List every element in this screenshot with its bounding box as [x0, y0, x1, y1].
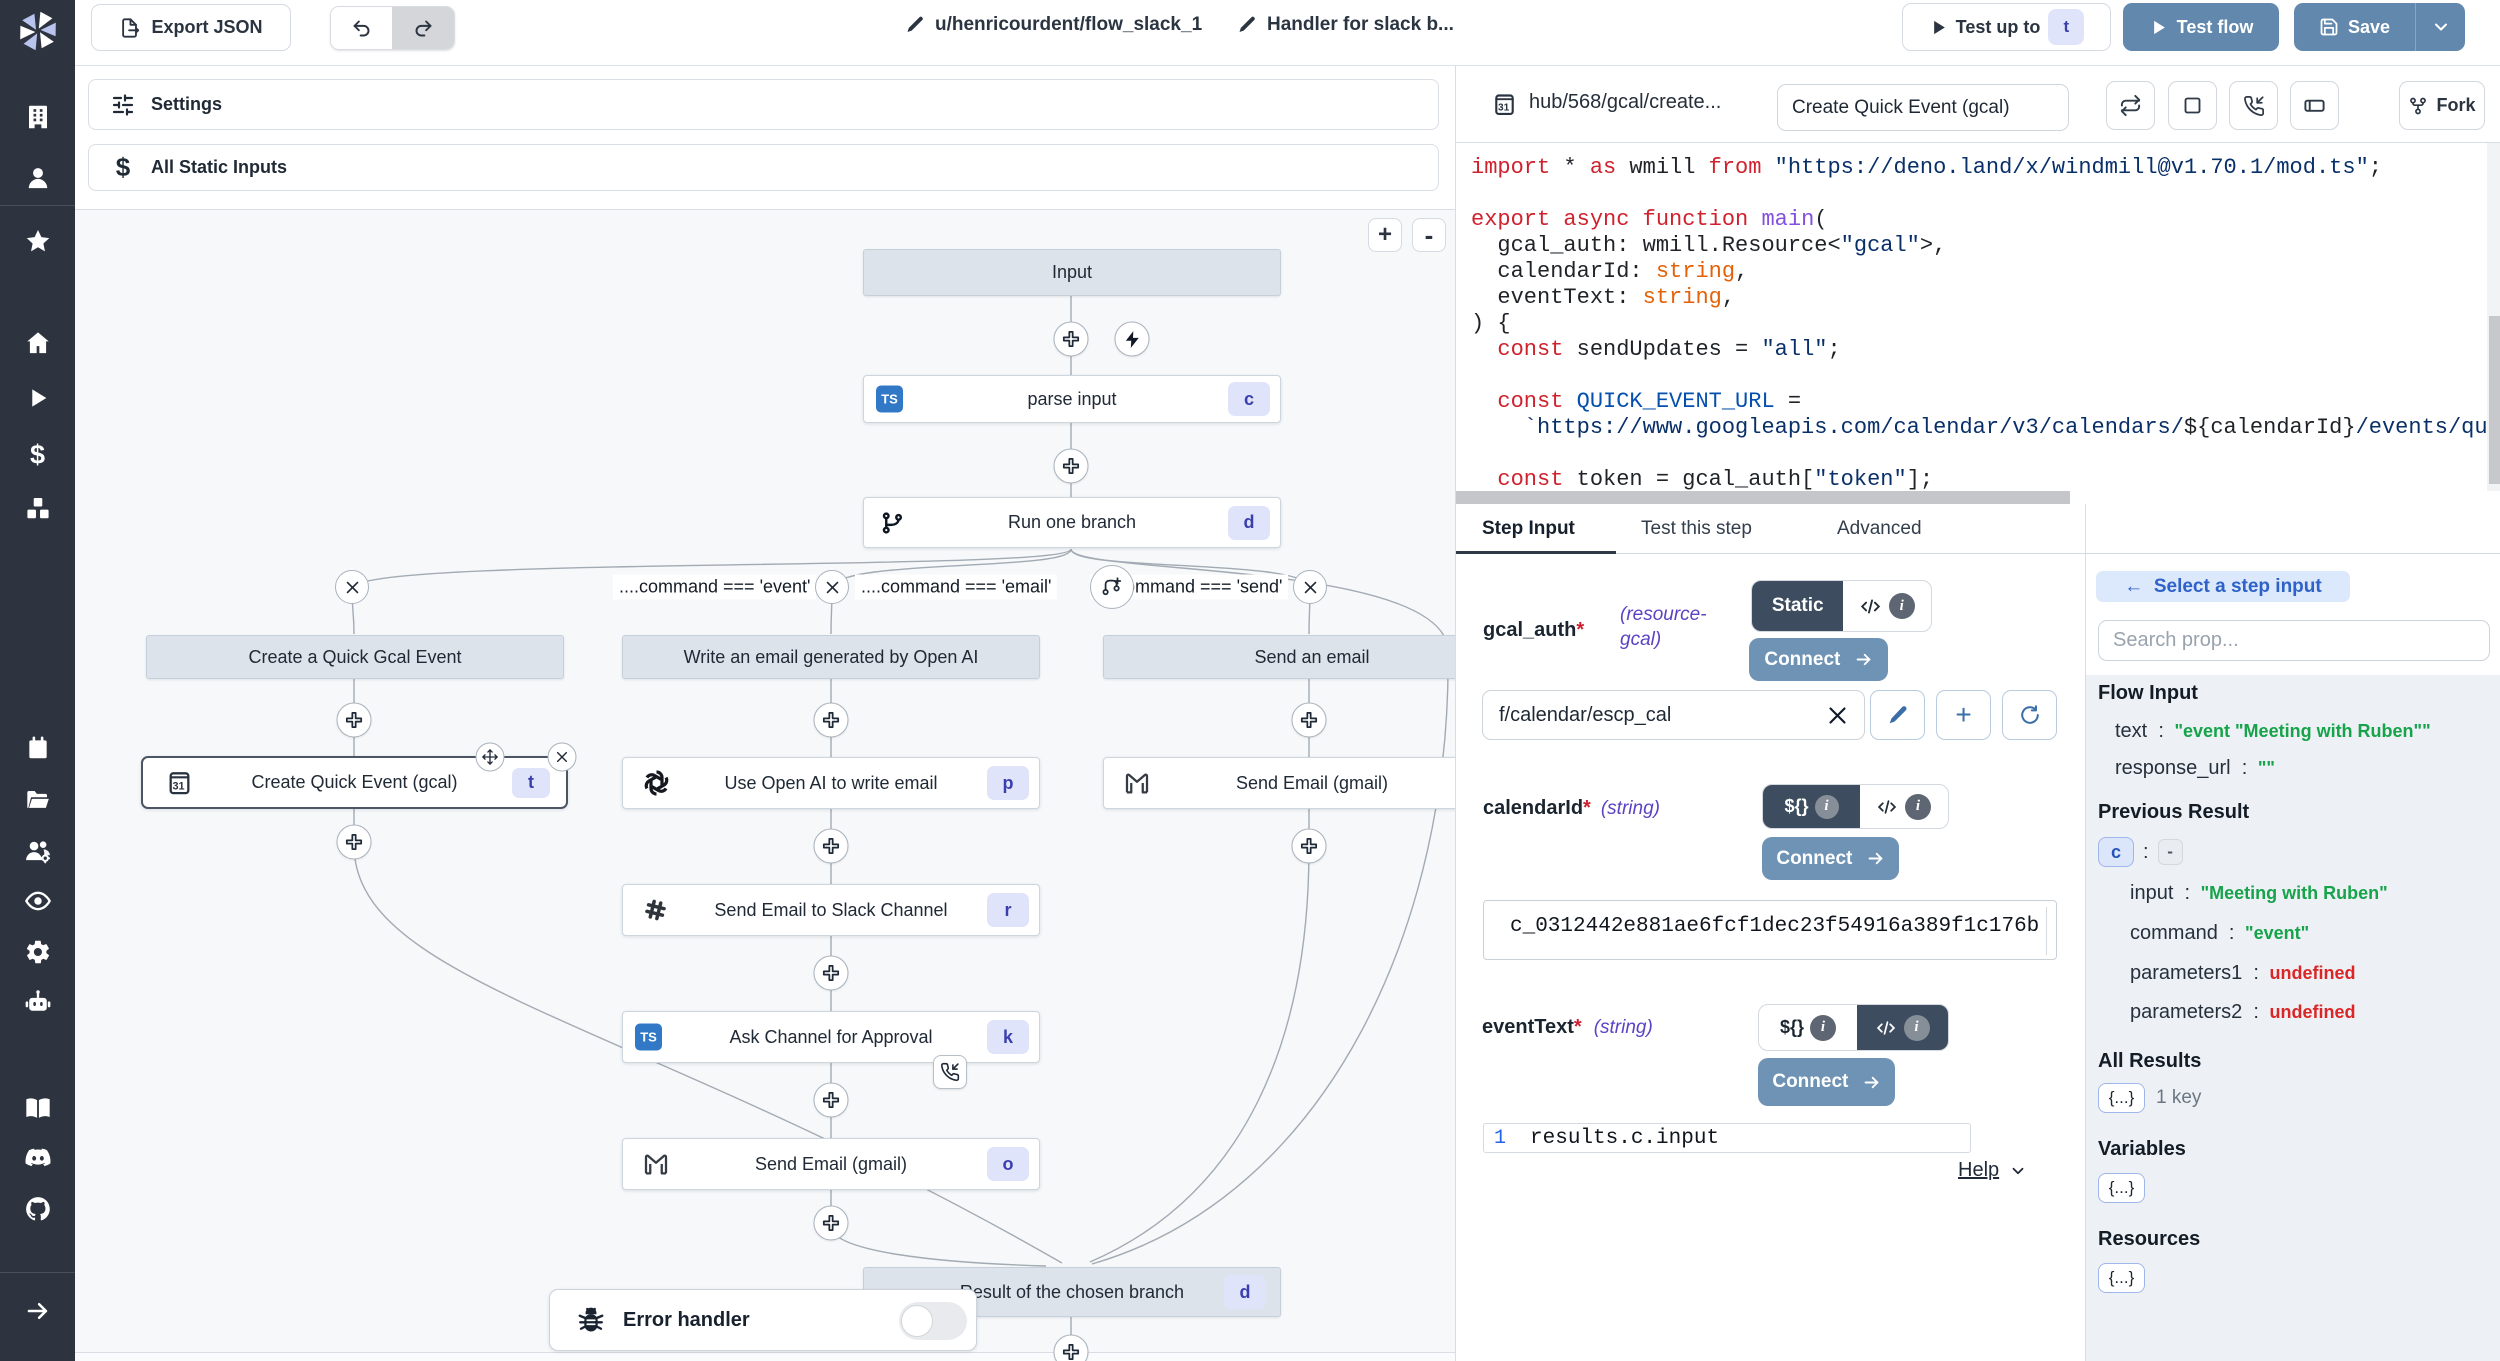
svg-text:31: 31	[1498, 102, 1510, 113]
svg-text:31: 31	[172, 780, 184, 792]
